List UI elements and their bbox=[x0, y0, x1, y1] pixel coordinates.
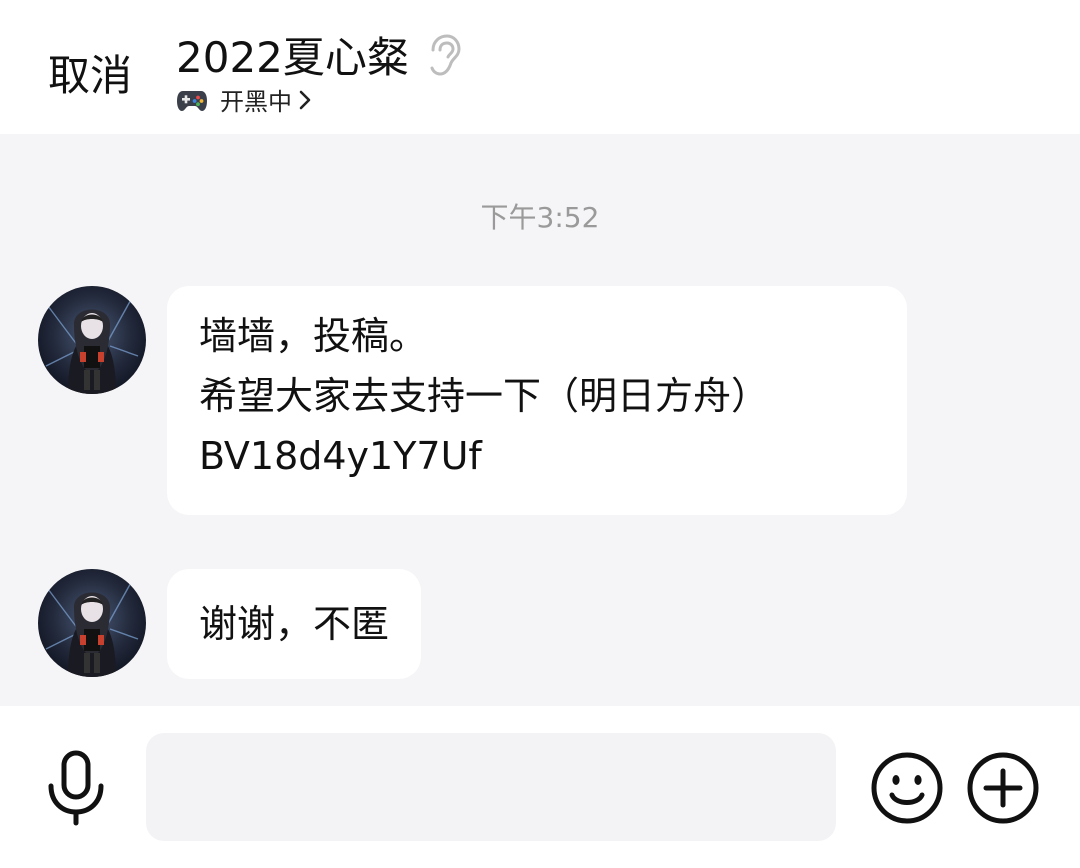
message-bubble[interactable]: 墙墙，投稿。 希望大家去支持一下（明日方舟） BV18d4y1Y7Uf bbox=[167, 286, 907, 515]
avatar[interactable] bbox=[38, 569, 146, 677]
message-bubble[interactable]: 谢谢，不匿 bbox=[167, 569, 422, 679]
title-row: 2022夏心粲 bbox=[176, 24, 461, 85]
message-input[interactable] bbox=[146, 733, 836, 841]
status-row[interactable]: 开黑中 bbox=[176, 82, 312, 117]
avatar-image bbox=[38, 569, 146, 677]
message-text-line: 墙墙，投稿。 bbox=[199, 314, 428, 358]
chat-header: 取消 2022夏心粲 开黑中 bbox=[0, 0, 1080, 134]
avatar-image bbox=[38, 286, 146, 394]
microphone-icon[interactable] bbox=[44, 750, 108, 826]
emoji-icon[interactable] bbox=[870, 751, 944, 825]
chevron-right-icon bbox=[299, 90, 311, 109]
message-text-line: 希望大家去支持一下（明日方舟） bbox=[199, 374, 770, 418]
cancel-button[interactable]: 取消 bbox=[48, 42, 132, 103]
message-text-line: BV18d4y1Y7Uf bbox=[199, 434, 482, 478]
message-list[interactable]: 下午3:52 墙墙，投稿。 希望大家去支持一下（明日方舟） BV18d4y1Y7… bbox=[0, 134, 1080, 706]
avatar[interactable] bbox=[38, 286, 146, 394]
message-timestamp: 下午3:52 bbox=[480, 201, 600, 234]
message-text-line: 谢谢，不匿 bbox=[199, 602, 390, 646]
chat-title: 2022夏心粲 bbox=[176, 33, 409, 82]
status-text: 开黑中 bbox=[220, 88, 292, 116]
ear-icon[interactable] bbox=[427, 33, 461, 76]
gamepad-icon bbox=[177, 90, 207, 111]
add-attachment-icon[interactable] bbox=[966, 751, 1040, 825]
